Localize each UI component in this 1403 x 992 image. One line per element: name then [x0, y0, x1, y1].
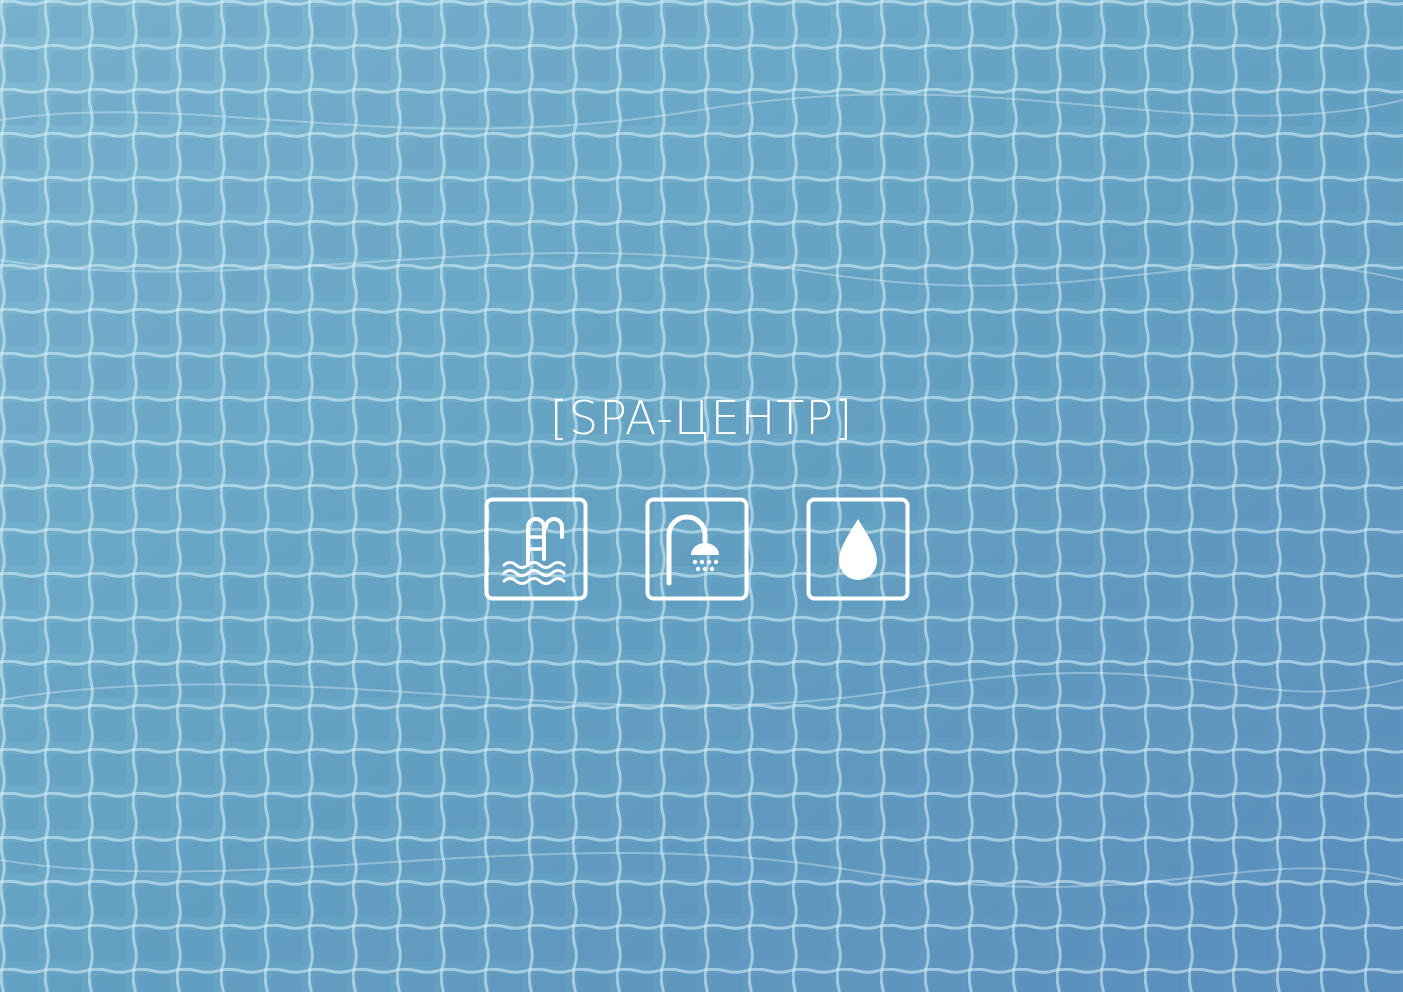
pool-water-background [0, 0, 1403, 992]
icon-row [484, 497, 920, 601]
water-drop-icon [806, 497, 910, 601]
pool-icon [484, 497, 588, 601]
shower-icon [645, 497, 749, 601]
pool-tile-pattern [0, 0, 1403, 992]
page-title: [SPA-ЦЕНТР] [549, 391, 854, 445]
